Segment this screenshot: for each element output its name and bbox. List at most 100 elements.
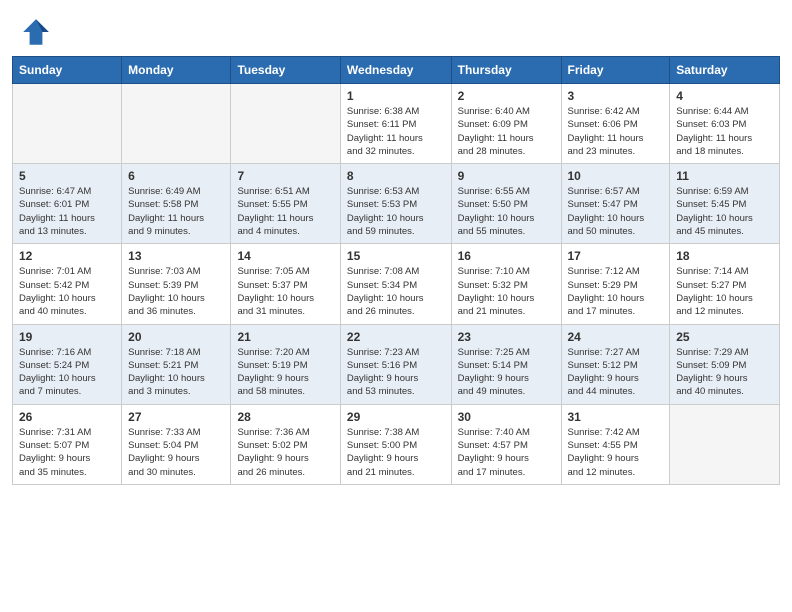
- calendar-cell: 10 Sunrise: 6:57 AM Sunset: 5:47 PM Dayli…: [561, 164, 670, 244]
- week-row-4: 19 Sunrise: 7:16 AM Sunset: 5:24 PM Dayli…: [13, 324, 780, 404]
- day-number: 8: [347, 169, 445, 183]
- day-number: 28: [237, 410, 333, 424]
- weekday-header-thursday: Thursday: [451, 57, 561, 84]
- header: [0, 0, 792, 56]
- day-number: 2: [458, 89, 555, 103]
- day-info: Sunrise: 7:31 AM Sunset: 5:07 PM Dayligh…: [19, 426, 115, 479]
- day-info: Sunrise: 6:59 AM Sunset: 5:45 PM Dayligh…: [676, 185, 773, 238]
- calendar-cell: 14 Sunrise: 7:05 AM Sunset: 5:37 PM Dayli…: [231, 244, 340, 324]
- day-number: 6: [128, 169, 224, 183]
- calendar-cell: 26 Sunrise: 7:31 AM Sunset: 5:07 PM Dayli…: [13, 404, 122, 484]
- calendar-cell: 3 Sunrise: 6:42 AM Sunset: 6:06 PM Daylig…: [561, 84, 670, 164]
- calendar-cell: 9 Sunrise: 6:55 AM Sunset: 5:50 PM Daylig…: [451, 164, 561, 244]
- day-number: 18: [676, 249, 773, 263]
- calendar-cell: 20 Sunrise: 7:18 AM Sunset: 5:21 PM Dayli…: [122, 324, 231, 404]
- page: SundayMondayTuesdayWednesdayThursdayFrid…: [0, 0, 792, 612]
- day-number: 20: [128, 330, 224, 344]
- calendar-cell: 25Sunrise: 7:29 AM Sunset: 5:09 PM Dayli…: [670, 324, 780, 404]
- day-info: Sunrise: 7:25 AM Sunset: 5:14 PM Dayligh…: [458, 346, 555, 399]
- calendar-cell: 21Sunrise: 7:20 AM Sunset: 5:19 PM Dayli…: [231, 324, 340, 404]
- calendar-cell: [231, 84, 340, 164]
- day-info: Sunrise: 7:14 AM Sunset: 5:27 PM Dayligh…: [676, 265, 773, 318]
- week-row-1: 1Sunrise: 6:38 AM Sunset: 6:11 PM Daylig…: [13, 84, 780, 164]
- calendar-cell: 22 Sunrise: 7:23 AM Sunset: 5:16 PM Dayli…: [340, 324, 451, 404]
- day-number: 17: [568, 249, 664, 263]
- calendar-cell: 30Sunrise: 7:40 AM Sunset: 4:57 PM Dayli…: [451, 404, 561, 484]
- calendar-cell: 17Sunrise: 7:12 AM Sunset: 5:29 PM Dayli…: [561, 244, 670, 324]
- day-info: Sunrise: 7:16 AM Sunset: 5:24 PM Dayligh…: [19, 346, 115, 399]
- weekday-header-sunday: Sunday: [13, 57, 122, 84]
- calendar-cell: 4 Sunrise: 6:44 AM Sunset: 6:03 PM Daylig…: [670, 84, 780, 164]
- day-info: Sunrise: 7:29 AM Sunset: 5:09 PM Dayligh…: [676, 346, 773, 399]
- calendar-cell: 11 Sunrise: 6:59 AM Sunset: 5:45 PM Dayli…: [670, 164, 780, 244]
- day-number: 10: [568, 169, 664, 183]
- day-number: 7: [237, 169, 333, 183]
- day-info: Sunrise: 6:42 AM Sunset: 6:06 PM Dayligh…: [568, 105, 664, 158]
- day-info: Sunrise: 6:38 AM Sunset: 6:11 PM Dayligh…: [347, 105, 445, 158]
- weekday-header-row: SundayMondayTuesdayWednesdayThursdayFrid…: [13, 57, 780, 84]
- day-info: Sunrise: 7:33 AM Sunset: 5:04 PM Dayligh…: [128, 426, 224, 479]
- day-info: Sunrise: 6:44 AM Sunset: 6:03 PM Dayligh…: [676, 105, 773, 158]
- day-info: Sunrise: 7:10 AM Sunset: 5:32 PM Dayligh…: [458, 265, 555, 318]
- day-number: 4: [676, 89, 773, 103]
- day-number: 12: [19, 249, 115, 263]
- day-info: Sunrise: 6:53 AM Sunset: 5:53 PM Dayligh…: [347, 185, 445, 238]
- day-info: Sunrise: 7:42 AM Sunset: 4:55 PM Dayligh…: [568, 426, 664, 479]
- calendar-wrapper: SundayMondayTuesdayWednesdayThursdayFrid…: [0, 56, 792, 497]
- weekday-header-tuesday: Tuesday: [231, 57, 340, 84]
- day-number: 21: [237, 330, 333, 344]
- day-number: 9: [458, 169, 555, 183]
- calendar-cell: 12 Sunrise: 7:01 AM Sunset: 5:42 PM Dayli…: [13, 244, 122, 324]
- calendar-cell: 15Sunrise: 7:08 AM Sunset: 5:34 PM Dayli…: [340, 244, 451, 324]
- day-number: 3: [568, 89, 664, 103]
- calendar-cell: 23 Sunrise: 7:25 AM Sunset: 5:14 PM Dayli…: [451, 324, 561, 404]
- day-info: Sunrise: 7:23 AM Sunset: 5:16 PM Dayligh…: [347, 346, 445, 399]
- day-number: 24: [568, 330, 664, 344]
- logo: [20, 16, 56, 48]
- calendar-cell: 19 Sunrise: 7:16 AM Sunset: 5:24 PM Dayli…: [13, 324, 122, 404]
- day-info: Sunrise: 7:18 AM Sunset: 5:21 PM Dayligh…: [128, 346, 224, 399]
- day-info: Sunrise: 7:40 AM Sunset: 4:57 PM Dayligh…: [458, 426, 555, 479]
- calendar-cell: 27Sunrise: 7:33 AM Sunset: 5:04 PM Dayli…: [122, 404, 231, 484]
- weekday-header-friday: Friday: [561, 57, 670, 84]
- day-info: Sunrise: 7:01 AM Sunset: 5:42 PM Dayligh…: [19, 265, 115, 318]
- week-row-2: 5 Sunrise: 6:47 AM Sunset: 6:01 PM Daylig…: [13, 164, 780, 244]
- day-number: 22: [347, 330, 445, 344]
- calendar-table: SundayMondayTuesdayWednesdayThursdayFrid…: [12, 56, 780, 485]
- calendar-cell: 8 Sunrise: 6:53 AM Sunset: 5:53 PM Daylig…: [340, 164, 451, 244]
- day-info: Sunrise: 6:57 AM Sunset: 5:47 PM Dayligh…: [568, 185, 664, 238]
- calendar-cell: 7 Sunrise: 6:51 AM Sunset: 5:55 PM Daylig…: [231, 164, 340, 244]
- day-info: Sunrise: 7:05 AM Sunset: 5:37 PM Dayligh…: [237, 265, 333, 318]
- day-number: 29: [347, 410, 445, 424]
- calendar-cell: [13, 84, 122, 164]
- day-info: Sunrise: 6:47 AM Sunset: 6:01 PM Dayligh…: [19, 185, 115, 238]
- calendar-cell: 29 Sunrise: 7:38 AM Sunset: 5:00 PM Dayli…: [340, 404, 451, 484]
- calendar-cell: 2Sunrise: 6:40 AM Sunset: 6:09 PM Daylig…: [451, 84, 561, 164]
- calendar-cell: 24 Sunrise: 7:27 AM Sunset: 5:12 PM Dayli…: [561, 324, 670, 404]
- calendar-cell: 5 Sunrise: 6:47 AM Sunset: 6:01 PM Daylig…: [13, 164, 122, 244]
- day-info: Sunrise: 7:38 AM Sunset: 5:00 PM Dayligh…: [347, 426, 445, 479]
- day-number: 11: [676, 169, 773, 183]
- day-number: 5: [19, 169, 115, 183]
- calendar-cell: 6 Sunrise: 6:49 AM Sunset: 5:58 PM Daylig…: [122, 164, 231, 244]
- day-number: 13: [128, 249, 224, 263]
- calendar-cell: 18 Sunrise: 7:14 AM Sunset: 5:27 PM Dayli…: [670, 244, 780, 324]
- day-number: 23: [458, 330, 555, 344]
- day-info: Sunrise: 6:55 AM Sunset: 5:50 PM Dayligh…: [458, 185, 555, 238]
- calendar-cell: 31Sunrise: 7:42 AM Sunset: 4:55 PM Dayli…: [561, 404, 670, 484]
- weekday-header-monday: Monday: [122, 57, 231, 84]
- day-info: Sunrise: 7:08 AM Sunset: 5:34 PM Dayligh…: [347, 265, 445, 318]
- calendar-cell: 28Sunrise: 7:36 AM Sunset: 5:02 PM Dayli…: [231, 404, 340, 484]
- day-info: Sunrise: 7:27 AM Sunset: 5:12 PM Dayligh…: [568, 346, 664, 399]
- calendar-cell: 16Sunrise: 7:10 AM Sunset: 5:32 PM Dayli…: [451, 244, 561, 324]
- day-number: 19: [19, 330, 115, 344]
- day-number: 26: [19, 410, 115, 424]
- day-info: Sunrise: 6:49 AM Sunset: 5:58 PM Dayligh…: [128, 185, 224, 238]
- calendar-cell: 13Sunrise: 7:03 AM Sunset: 5:39 PM Dayli…: [122, 244, 231, 324]
- calendar-cell: 1Sunrise: 6:38 AM Sunset: 6:11 PM Daylig…: [340, 84, 451, 164]
- week-row-5: 26 Sunrise: 7:31 AM Sunset: 5:07 PM Dayli…: [13, 404, 780, 484]
- day-info: Sunrise: 6:51 AM Sunset: 5:55 PM Dayligh…: [237, 185, 333, 238]
- calendar-cell: [670, 404, 780, 484]
- day-number: 14: [237, 249, 333, 263]
- calendar-cell: [122, 84, 231, 164]
